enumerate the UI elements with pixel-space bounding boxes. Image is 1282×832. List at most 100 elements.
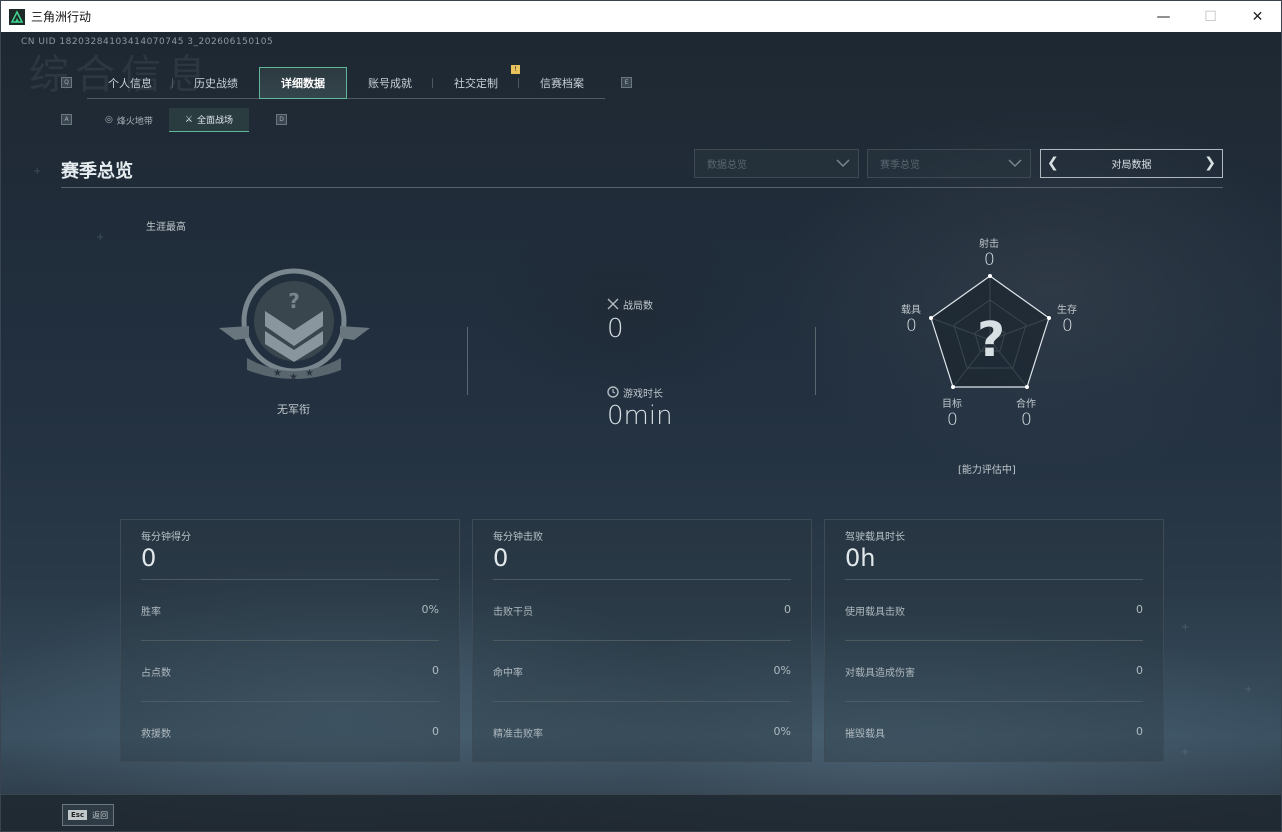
row-value: 0% [773, 664, 791, 677]
row-value: 0% [773, 725, 791, 738]
chevron-left-icon[interactable]: ❮ [1047, 156, 1059, 170]
app-window: 三角洲行动 — ☐ ✕ 综合信息 CN UID 1820328410341407… [0, 0, 1282, 832]
radar-shooting-value: 0 [984, 250, 995, 270]
stat-card-vehicle: 驾驶载具时长 0h 使用载具击败 0 对载具造成伤害 0 摧毁载具 0 [824, 519, 1164, 762]
clock-icon [607, 386, 619, 398]
row-label: 摧毁载具 [845, 729, 885, 740]
svg-text:★: ★ [273, 368, 282, 379]
grid-cross-icon: + [1244, 684, 1253, 695]
next-subtab-key-hint[interactable]: D [276, 114, 287, 125]
grid-cross-icon: + [96, 232, 105, 243]
uid-label: CN UID 18203284103414070745 3_2026061501… [21, 37, 274, 47]
back-label: 返回 [92, 810, 109, 820]
row-value: 0 [1136, 603, 1143, 616]
row-label: 救援数 [141, 729, 171, 740]
radar-cooperation-label: 合作 [1016, 399, 1036, 410]
tab-detailed-data[interactable]: 详细数据 [259, 67, 347, 99]
card-big-value: 0h [845, 544, 876, 572]
stat-card-kills: 每分钟击败 0 击败干员 0 命中率 0% 精准击败率 0% [472, 519, 812, 762]
ability-status: [能力评估中] [958, 465, 1016, 476]
section-divider [61, 187, 1223, 188]
tab-season-archive[interactable]: 信赛档案 [519, 67, 605, 99]
title-bar: 三角洲行动 — ☐ ✕ [1, 1, 1281, 32]
row-divider [141, 701, 439, 702]
hazard-zone-icon: ◎ [105, 115, 113, 125]
svg-text:?: ? [288, 289, 300, 313]
notification-badge: ! [511, 65, 520, 74]
radar-objective-label: 目标 [942, 399, 962, 410]
card-heading: 每分钟击败 [493, 532, 543, 543]
row-label: 使用载具击败 [845, 607, 905, 618]
row-value: 0 [784, 603, 791, 616]
playtime-value: 0min [607, 401, 673, 431]
prev-subtab-key-hint[interactable]: A [61, 114, 72, 125]
main-content: 综合信息 CN UID 18203284103414070745 3_20260… [1, 32, 1281, 831]
chevron-right-icon[interactable]: ❯ [1204, 156, 1216, 170]
row-divider [141, 579, 439, 580]
card-heading: 每分钟得分 [141, 532, 191, 543]
tab-match-history[interactable]: 历史战绩 [173, 67, 259, 99]
tab-personal-info[interactable]: 个人信息 [87, 67, 173, 99]
data-overview-dropdown[interactable]: 数据总览 [694, 149, 859, 178]
row-divider [845, 640, 1143, 641]
grid-cross-icon: + [1181, 622, 1190, 633]
ability-radar-chart: ? [929, 274, 1051, 389]
matches-value: 0 [607, 314, 624, 344]
card-big-value: 0 [493, 544, 509, 572]
row-label: 胜率 [141, 607, 161, 618]
mode-subtabs: ◎ 烽火地带 ⚔ 全面战场 [89, 108, 249, 132]
svg-text:★: ★ [305, 368, 314, 379]
card-heading: 驾驶载具时长 [845, 532, 905, 543]
grid-cross-icon: + [1181, 747, 1190, 758]
playtime-label: 游戏时长 [623, 389, 663, 400]
row-divider [493, 579, 791, 580]
app-logo-icon [9, 8, 25, 25]
window-title: 三角洲行动 [31, 10, 92, 24]
row-value: 0 [432, 725, 439, 738]
row-label: 占点数 [141, 668, 171, 679]
grid-cross-icon: + [33, 166, 42, 177]
prev-tab-key-hint[interactable]: Q [61, 77, 72, 88]
matches-label: 战局数 [623, 301, 653, 312]
row-label: 击败干员 [493, 607, 533, 618]
rank-name: 无军衔 [277, 403, 310, 416]
subtab-hazard-zone[interactable]: ◎ 烽火地带 [89, 108, 169, 132]
radar-survival-label: 生存 [1057, 305, 1077, 316]
esc-key-icon: Esc [68, 810, 88, 820]
crossed-swords-icon [607, 298, 619, 310]
career-best-label: 生涯最高 [146, 222, 186, 233]
chevron-down-icon [1008, 159, 1022, 168]
row-value: 0 [1136, 664, 1143, 677]
maximize-button[interactable]: ☐ [1187, 1, 1234, 32]
svg-text:★: ★ [289, 372, 298, 383]
row-divider [493, 701, 791, 702]
row-value: 0 [1136, 725, 1143, 738]
minimize-button[interactable]: — [1140, 1, 1187, 32]
row-divider [141, 640, 439, 641]
row-divider [493, 640, 791, 641]
rank-emblem-icon: ? ★ ★ ★ [219, 268, 370, 383]
radar-objective-value: 0 [947, 410, 958, 430]
row-value: 0 [432, 664, 439, 677]
radar-cooperation-value: 0 [1021, 410, 1032, 430]
tab-achievements[interactable]: 账号成就 [347, 67, 433, 99]
subtab-full-battlefield[interactable]: ⚔ 全面战场 [168, 108, 249, 132]
match-data-selector[interactable]: ❮ 对局数据 ❯ [1040, 149, 1223, 178]
row-label: 对载具造成伤害 [845, 668, 915, 679]
season-overview-dropdown[interactable]: 赛季总览 [867, 149, 1031, 178]
close-button[interactable]: ✕ [1234, 1, 1281, 32]
radar-shooting-label: 射击 [979, 239, 999, 250]
back-button[interactable]: Esc 返回 [62, 804, 115, 826]
row-value: 0% [421, 603, 439, 616]
main-tabs: 个人信息 历史战绩 详细数据 账号成就 社交定制 信赛档案 [87, 67, 605, 99]
radar-survival-value: 0 [1062, 316, 1073, 336]
footer-bar [1, 794, 1281, 831]
tab-social-custom[interactable]: 社交定制 [433, 67, 519, 99]
row-divider [845, 579, 1143, 580]
row-label: 命中率 [493, 668, 523, 679]
vertical-divider [467, 327, 468, 395]
next-tab-key-hint[interactable]: E [621, 77, 632, 88]
radar-vehicle-label: 载具 [901, 305, 921, 316]
row-divider [845, 701, 1143, 702]
battlefield-icon: ⚔ [184, 114, 193, 125]
